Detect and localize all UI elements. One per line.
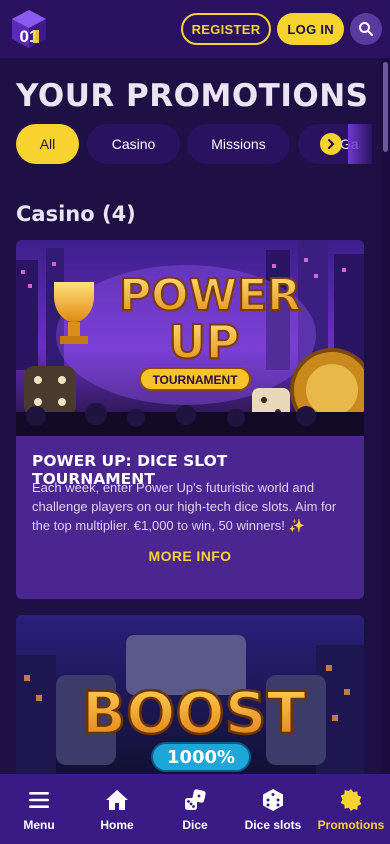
tab-all[interactable]: All [16,124,79,164]
banner-badge: 1000% [167,747,235,768]
nav-label: Home [100,818,134,832]
filter-tabs: All Casino Missions Ga [0,124,372,164]
site-logo[interactable]: 01 [6,6,52,52]
nav-item-menu[interactable]: Menu [0,774,78,844]
tabs-scroll-right-button[interactable] [320,133,342,155]
nav-item-home[interactable]: Home [78,774,156,844]
header-actions: REGISTER LOG IN [180,13,382,45]
promotion-banner-image: POWER UP TOURNAMENT [16,240,364,436]
scrollbar-thumb[interactable] [383,62,388,152]
banner-title: BOOST [82,679,307,747]
chevron-right-icon [328,139,335,149]
promotion-description: Each week, enter Power Up's futuristic w… [32,480,337,533]
promotion-card[interactable]: POWER UP TOURNAMENT POWER UP: DICE SLOT … [16,240,364,599]
top-header: 01 REGISTER LOG IN [0,0,390,58]
page-title: YOUR PROMOTIONS [16,78,369,114]
nav-label: Dice slots [244,818,302,832]
nav-label: Promotions [317,818,385,832]
promotion-card-body: POWER UP: DICE SLOT TOURNAMENT Each week… [16,436,364,599]
nav-item-promotions[interactable]: Promotions [312,774,390,844]
more-info-button[interactable]: MORE INFO [16,548,364,564]
banner-title-line1: POWER [119,270,301,321]
nav-label: Dice [182,818,208,832]
home-icon [106,790,128,810]
banner-ribbon: TOURNAMENT [152,373,238,387]
register-button[interactable]: REGISTER [180,13,272,45]
nav-item-dice[interactable]: Dice [156,774,234,844]
search-button[interactable] [350,13,382,45]
dice-icon [185,789,206,810]
promotion-banner-image: BOOST 1000% [16,615,364,785]
promotions-icon [340,789,362,811]
bottom-nav: Menu Home Dice Dice slots Promotions [0,774,390,844]
section-title: Casino (4) [16,202,136,226]
banner-title-line2: UP [168,315,239,369]
tabs-fade [348,124,372,164]
nav-item-dice-slots[interactable]: Dice slots [234,774,312,844]
nav-label: Menu [23,818,55,832]
promotion-card[interactable]: BOOST 1000% [16,615,364,785]
dice-slots-icon [263,789,283,811]
logo-cube-icon: 01 [12,10,46,48]
scrollbar-track[interactable] [381,58,390,774]
menu-icon [29,792,49,808]
tab-missions[interactable]: Missions [187,124,290,164]
tab-casino[interactable]: Casino [87,124,180,164]
login-button[interactable]: LOG IN [277,13,344,45]
search-icon [359,22,373,36]
